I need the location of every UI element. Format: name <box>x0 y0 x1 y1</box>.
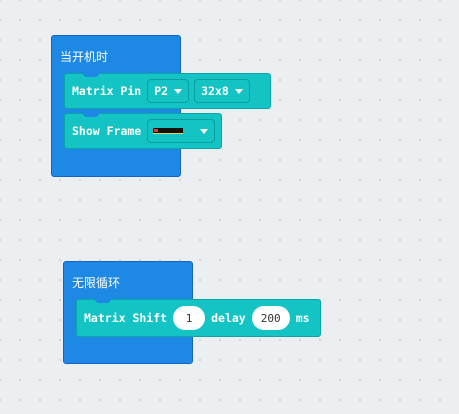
matrix-shift-label: Matrix Shift <box>84 311 168 325</box>
frame-dropdown[interactable] <box>147 119 216 143</box>
shift-amount-input[interactable]: 1 <box>173 306 206 330</box>
block-notch <box>83 73 99 77</box>
chevron-down-icon <box>174 88 183 94</box>
chevron-down-icon <box>234 88 243 94</box>
pin-value: P2 <box>154 84 169 98</box>
delay-label: delay <box>211 311 246 325</box>
show-frame-block[interactable]: Show Frame <box>64 113 222 149</box>
show-frame-label: Show Frame <box>72 124 142 138</box>
block-notch <box>95 299 111 303</box>
chevron-down-icon <box>200 128 209 134</box>
delay-value: 200 <box>260 311 281 325</box>
on-start-block[interactable]: 当开机时 Matrix Pin P2 32x8 Show Frame <box>51 35 271 177</box>
ms-unit-label: ms <box>295 311 310 325</box>
delay-input[interactable]: 200 <box>251 306 290 330</box>
pin-dropdown[interactable]: P2 <box>147 79 190 103</box>
matrix-pin-label: Matrix Pin <box>72 84 142 98</box>
on-start-title: 当开机时 <box>60 50 109 64</box>
matrix-size-dropdown[interactable]: 32x8 <box>194 79 250 103</box>
forever-title: 无限循环 <box>72 276 121 290</box>
block-notch <box>83 113 99 117</box>
matrix-size-value: 32x8 <box>201 84 229 98</box>
forever-block[interactable]: 无限循环 Matrix Shift 1 delay 200 ms <box>63 261 321 364</box>
led-frame-preview-icon <box>153 127 184 135</box>
matrix-shift-block[interactable]: Matrix Shift 1 delay 200 ms <box>76 299 321 337</box>
shift-amount-value: 1 <box>185 311 193 325</box>
matrix-pin-block[interactable]: Matrix Pin P2 32x8 <box>64 73 271 109</box>
